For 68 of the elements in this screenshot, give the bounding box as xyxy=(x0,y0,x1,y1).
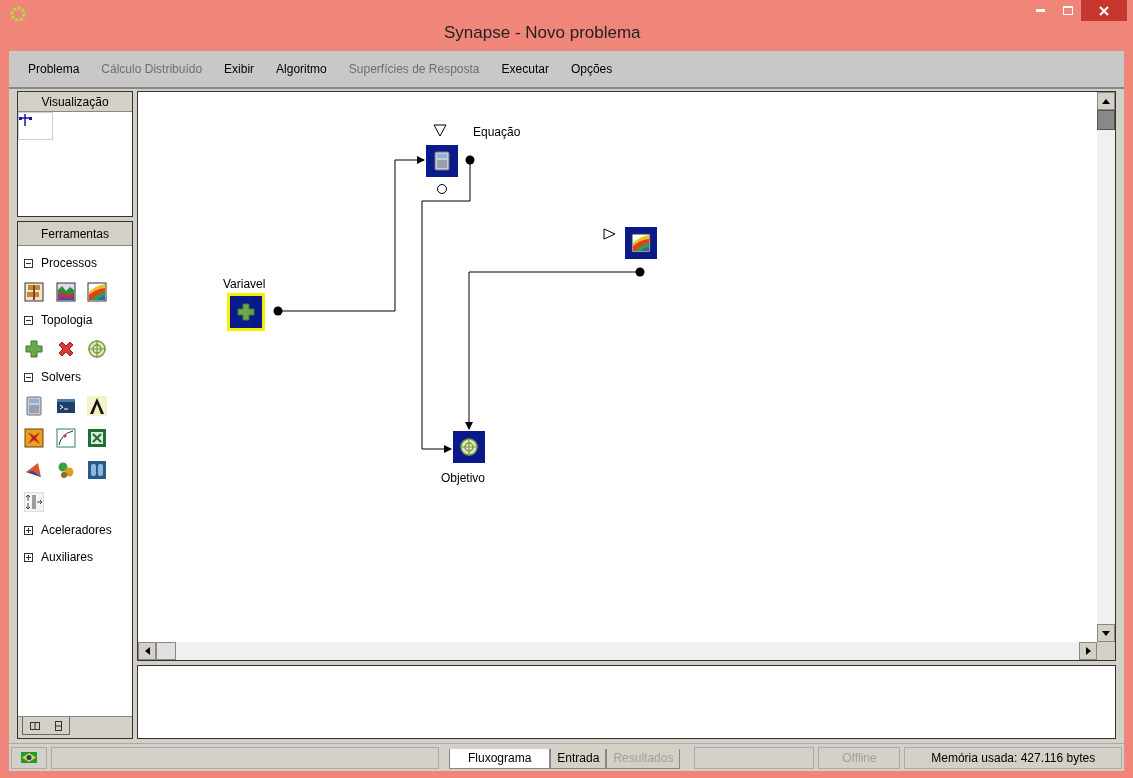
flowchart-node[interactable] xyxy=(453,431,485,463)
node-label: Variavel xyxy=(223,276,266,293)
vertical-scrollbar[interactable] xyxy=(1097,92,1115,642)
curve-icon xyxy=(55,428,76,448)
expander-toggle[interactable] xyxy=(24,372,33,382)
contour-plot-icon xyxy=(631,233,651,253)
close-icon xyxy=(1099,5,1109,16)
plus-icon xyxy=(24,339,44,359)
signpost-icon xyxy=(24,282,44,302)
output-port[interactable] xyxy=(635,267,645,277)
flag-icon xyxy=(21,752,37,763)
diagram-thumbnail-icon xyxy=(19,113,33,127)
horizontal-scrollbar[interactable] xyxy=(138,642,1097,660)
target-icon xyxy=(459,437,479,457)
app-gear-icon xyxy=(10,6,26,22)
section-label: Solvers xyxy=(41,369,81,386)
expander-toggle[interactable] xyxy=(24,258,33,268)
menu-item[interactable]: Algoritmo xyxy=(276,60,327,78)
resize-grip[interactable] xyxy=(1097,642,1115,660)
lambda-icon xyxy=(87,396,108,416)
scroll-left-icon xyxy=(144,647,150,655)
terminal-icon xyxy=(55,396,76,416)
memory-usage: Memória usada: 427.116 bytes xyxy=(904,746,1122,769)
scroll-right-icon xyxy=(1085,647,1091,655)
node-label: Objetivo xyxy=(441,470,486,487)
menu-item[interactable]: Problema xyxy=(28,60,80,78)
section-label: Processos xyxy=(41,255,98,272)
view-tab[interactable]: Fluxograma xyxy=(449,748,551,769)
expander-toggle[interactable] xyxy=(24,315,33,325)
horizontal-layout-icon xyxy=(30,721,41,730)
expander-toggle[interactable] xyxy=(24,552,33,562)
output-port[interactable] xyxy=(465,155,475,165)
burst-icon xyxy=(24,428,44,448)
view-tab[interactable]: Entrada xyxy=(550,748,607,769)
menu-item[interactable]: Opções xyxy=(570,60,613,78)
target-icon xyxy=(87,339,108,359)
scroll-up-icon xyxy=(1102,98,1110,104)
section-label: Topologia xyxy=(41,312,93,329)
vertical-layout-icon xyxy=(54,720,62,731)
scroll-thumb[interactable] xyxy=(1097,110,1115,130)
panel-tab[interactable] xyxy=(22,717,70,735)
panel-header: Visualização xyxy=(18,92,132,112)
down-triangle-icon xyxy=(433,124,447,137)
open-port[interactable] xyxy=(437,184,447,194)
cone-icon xyxy=(24,460,44,480)
flowchart-node[interactable] xyxy=(625,227,657,259)
spreadsheet-icon xyxy=(87,428,108,448)
arrows-icon xyxy=(24,492,44,512)
menu-item[interactable]: Executar xyxy=(501,60,549,78)
surface-plot-icon xyxy=(55,282,76,302)
expander-toggle[interactable] xyxy=(24,525,33,535)
output-port[interactable] xyxy=(273,306,283,316)
flowchart-node[interactable] xyxy=(426,145,458,177)
right-triangle-icon xyxy=(603,228,616,240)
panel-header: Ferramentas xyxy=(18,222,132,246)
section-label: Auxiliares xyxy=(41,549,94,566)
calculator-icon xyxy=(24,396,44,416)
section-label: Aceleradores xyxy=(41,522,112,539)
scroll-thumb[interactable] xyxy=(156,642,176,660)
brackets-icon xyxy=(87,460,108,480)
node-label: Equação xyxy=(473,124,521,141)
plus-icon xyxy=(236,302,256,322)
scroll-down-icon xyxy=(1102,630,1110,636)
close-button[interactable] xyxy=(1081,0,1127,21)
calculator-icon xyxy=(432,151,452,171)
menu-item[interactable]: Exibir xyxy=(224,60,255,78)
contour-plot-icon xyxy=(87,282,108,302)
window-title: Synapse - Novo problema xyxy=(444,22,641,44)
